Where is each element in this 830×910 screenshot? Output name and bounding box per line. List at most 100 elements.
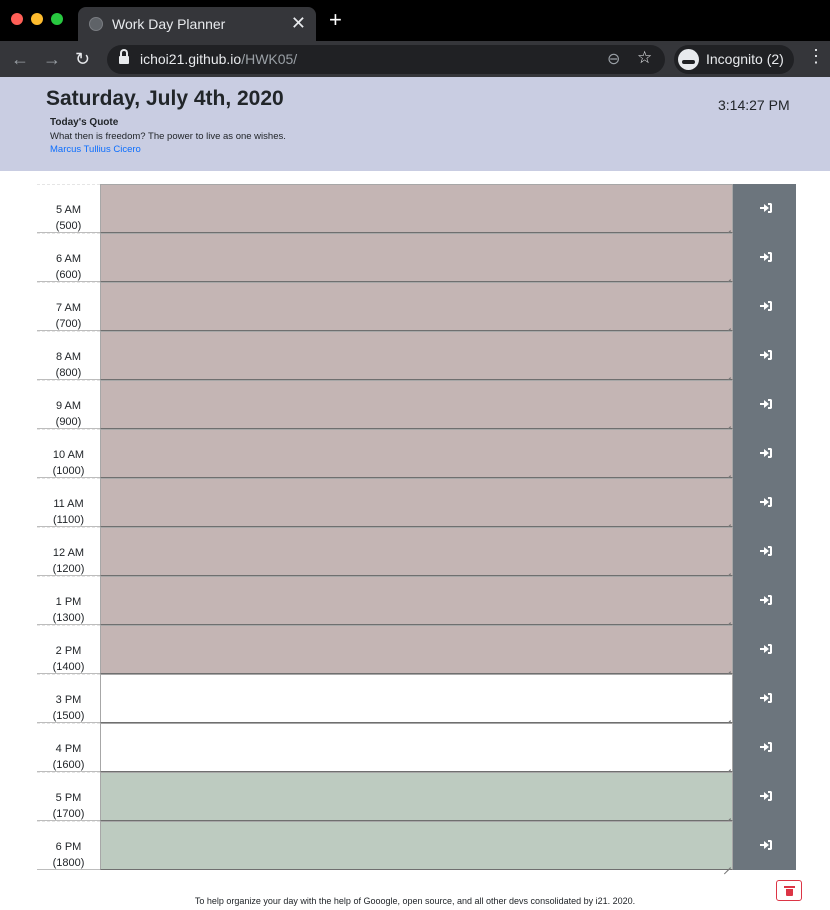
save-button[interactable] (733, 674, 796, 723)
event-textarea[interactable] (100, 527, 733, 576)
hour-label: 10 AM (1000) (37, 429, 100, 478)
hour-label: 12 AM (1200) (37, 527, 100, 576)
maximize-window-button[interactable] (51, 13, 63, 25)
hour-code: (1200) (52, 563, 85, 575)
save-button[interactable] (733, 527, 796, 576)
hour-code: (500) (55, 220, 82, 232)
time-block-row: 1 PM (1300) (37, 576, 796, 625)
hour-label: 11 AM (1100) (37, 478, 100, 527)
hour-code: (1300) (52, 612, 85, 624)
event-textarea[interactable] (100, 723, 733, 772)
hour-label: 5 AM (500) (37, 184, 100, 233)
event-textarea[interactable] (100, 821, 733, 870)
hour-text: 9 AM (55, 400, 82, 412)
tab-close-icon[interactable]: ✕ (291, 13, 306, 34)
save-button[interactable] (733, 821, 796, 870)
new-tab-button[interactable]: + (329, 9, 342, 31)
trash-icon (784, 886, 795, 896)
save-icon (760, 644, 772, 654)
close-window-button[interactable] (11, 13, 23, 25)
save-button[interactable] (733, 429, 796, 478)
event-textarea[interactable] (100, 282, 733, 331)
save-button[interactable] (733, 625, 796, 674)
star-icon[interactable]: ☆ (637, 48, 652, 68)
save-button[interactable] (733, 723, 796, 772)
save-button[interactable] (733, 576, 796, 625)
time-block-row: 6 AM (600) (37, 233, 796, 282)
reload-icon[interactable]: ↻ (75, 48, 90, 70)
hour-text: 12 AM (52, 547, 85, 559)
incognito-button[interactable]: Incognito (2) (674, 45, 794, 74)
hour-code: (700) (55, 318, 82, 330)
save-icon (760, 546, 772, 556)
hour-code: (1600) (52, 759, 85, 771)
save-icon (760, 497, 772, 507)
browser-tab-bar: Work Day Planner ✕ + (0, 0, 830, 41)
save-button[interactable] (733, 184, 796, 233)
hour-code: (1400) (52, 661, 85, 673)
event-textarea[interactable] (100, 576, 733, 625)
event-textarea[interactable] (100, 380, 733, 429)
planner: 5 AM (500) 6 AM (600) 7 AM (700) 8 AM (800) 9 AM… (37, 184, 796, 870)
minimize-window-button[interactable] (31, 13, 43, 25)
save-icon (760, 252, 772, 262)
hour-label: 5 PM (1700) (37, 772, 100, 821)
time-block-row: 9 AM (900) (37, 380, 796, 429)
back-arrow-icon[interactable]: ← (11, 48, 29, 70)
hour-text: 6 PM (55, 841, 82, 853)
save-icon (760, 693, 772, 703)
save-button[interactable] (733, 282, 796, 331)
event-textarea[interactable] (100, 331, 733, 380)
current-date: Saturday, July 4th, 2020 (46, 87, 284, 110)
hour-text: 7 AM (55, 302, 82, 314)
event-textarea[interactable] (100, 772, 733, 821)
save-button[interactable] (733, 478, 796, 527)
incognito-label: Incognito (2) (706, 51, 784, 67)
url-text[interactable]: ichoi21.github.io/HWK05/ (140, 51, 297, 67)
url-host: ichoi21.github.io (140, 51, 242, 67)
zoom-out-icon[interactable]: ⊖ (607, 49, 620, 69)
event-textarea[interactable] (100, 184, 733, 233)
hour-code: (600) (55, 269, 82, 281)
event-textarea[interactable] (100, 625, 733, 674)
time-block-row: 7 AM (700) (37, 282, 796, 331)
event-textarea[interactable] (100, 429, 733, 478)
page-header: Saturday, July 4th, 2020 3:14:27 PM Toda… (0, 77, 830, 171)
address-bar[interactable]: ichoi21.github.io/HWK05/ ⊖ ☆ (107, 45, 665, 74)
time-block-row: 3 PM (1500) (37, 674, 796, 723)
time-block-row: 10 AM (1000) (37, 429, 796, 478)
hour-label: 6 AM (600) (37, 233, 100, 282)
time-block-row: 6 PM (1800) (37, 821, 796, 870)
save-icon (760, 399, 772, 409)
save-icon (760, 791, 772, 801)
event-textarea[interactable] (100, 478, 733, 527)
save-icon (760, 203, 772, 213)
browser-tab[interactable]: Work Day Planner ✕ (78, 7, 316, 41)
hour-code: (900) (55, 416, 82, 428)
hour-label: 2 PM (1400) (37, 625, 100, 674)
time-block-row: 2 PM (1400) (37, 625, 796, 674)
time-block-row: 4 PM (1600) (37, 723, 796, 772)
save-icon (760, 350, 772, 360)
quote-text: What then is freedom? The power to live … (50, 131, 286, 142)
hour-code: (1100) (53, 514, 84, 526)
hour-text: 11 AM (53, 498, 84, 510)
hour-label: 8 AM (800) (37, 331, 100, 380)
url-path: /HWK05/ (241, 51, 298, 67)
save-button[interactable] (733, 233, 796, 282)
save-button[interactable] (733, 772, 796, 821)
event-textarea[interactable] (100, 233, 733, 282)
hour-text: 1 PM (55, 596, 82, 608)
save-button[interactable] (733, 331, 796, 380)
browser-toolbar: ← → ↻ ichoi21.github.io/HWK05/ ⊖ ☆ Incog… (0, 41, 830, 77)
quote-author-link[interactable]: Marcus Tullius Cicero (50, 144, 141, 155)
hour-text: 4 PM (55, 743, 82, 755)
page-footer: To help organize your day with the help … (194, 896, 636, 906)
save-button[interactable] (733, 380, 796, 429)
forward-arrow-icon[interactable]: → (43, 48, 61, 70)
event-textarea[interactable] (100, 674, 733, 723)
hour-label: 6 PM (1800) (37, 821, 100, 870)
hour-text: 6 AM (55, 253, 82, 265)
hour-label: 7 AM (700) (37, 282, 100, 331)
kebab-menu-icon[interactable]: ⋮ (807, 46, 825, 67)
